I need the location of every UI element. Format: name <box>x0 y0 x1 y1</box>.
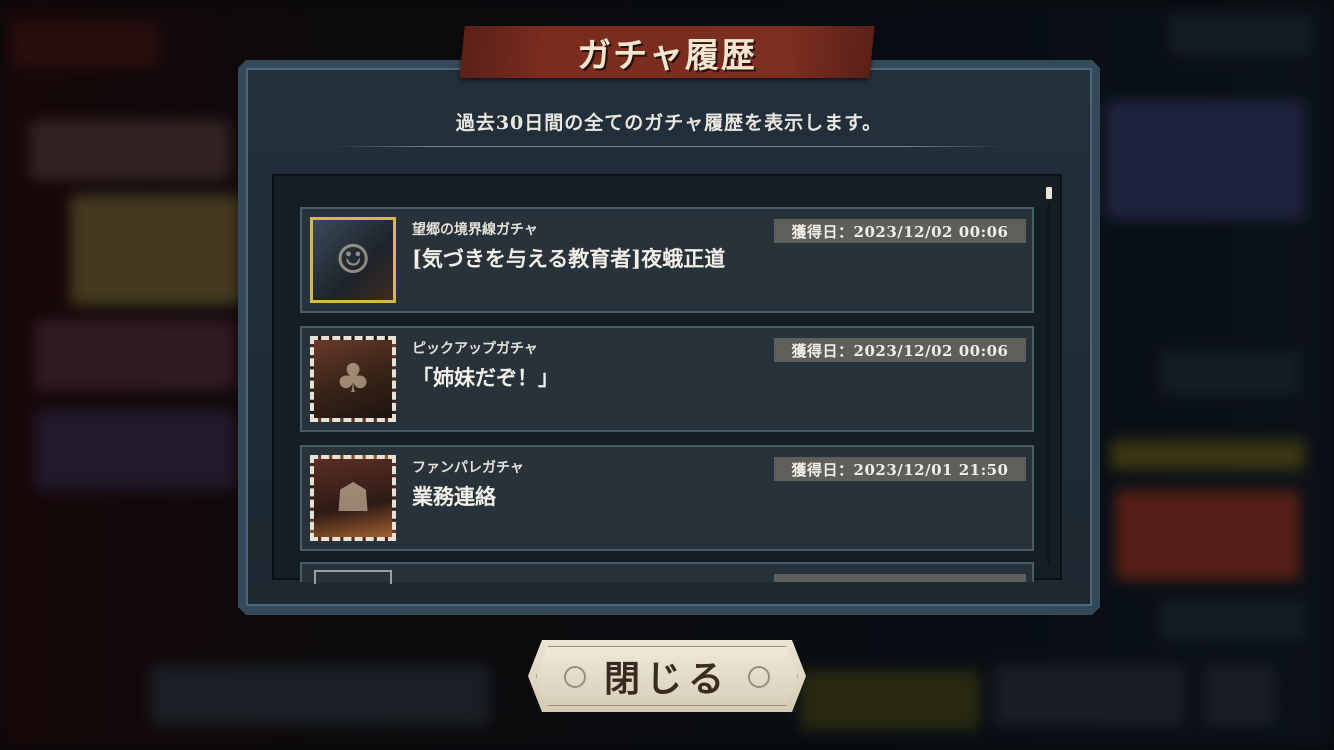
list-item: ☗ ファンパレガチャ 業務連絡 獲得日：2023/12/01 21:50 <box>300 445 1034 551</box>
list-item-partial <box>300 562 1034 584</box>
acquired-date-badge: 獲得日：2023/12/02 00:06 <box>774 338 1026 362</box>
scrollbar-thumb[interactable] <box>1046 187 1052 199</box>
item-name: 業務連絡 <box>412 484 496 509</box>
list-item: ☺ 望郷の境界線ガチャ [気づきを与える教育者]夜蛾正道 獲得日：2023/12… <box>300 207 1034 313</box>
acquired-date-badge <box>774 574 1026 582</box>
list-item: ♣ ピックアップガチャ 「姉妹だぞ！」 獲得日：2023/12/02 00:06 <box>300 326 1034 432</box>
card-thumbnail-icon <box>314 570 392 584</box>
gacha-name: ピックアップガチャ <box>412 341 538 357</box>
dialog-subtitle: 過去30日間の全てのガチャ履歴を表示します。 <box>455 112 883 134</box>
character-portrait-icon: ☺ <box>310 217 396 303</box>
scrollbar-track[interactable] <box>1047 203 1050 565</box>
acquired-date-badge: 獲得日：2023/12/02 00:06 <box>774 219 1026 243</box>
dialog-title: ガチャ履歴 <box>577 35 757 76</box>
close-button[interactable]: 閉じる <box>528 640 806 712</box>
acquired-date-badge: 獲得日：2023/12/01 21:50 <box>774 457 1026 481</box>
gacha-name: ファンパレガチャ <box>412 460 524 476</box>
divider <box>330 146 1006 147</box>
scene-card-icon: ♣ <box>310 336 396 422</box>
item-name: [気づきを与える教育者]夜蛾正道 <box>412 246 726 271</box>
scene-card-icon: ☗ <box>310 455 396 541</box>
item-name: 「姉妹だぞ！」 <box>412 365 559 390</box>
close-button-label: 閉じる <box>603 658 730 700</box>
gacha-name: 望郷の境界線ガチャ <box>412 222 538 238</box>
